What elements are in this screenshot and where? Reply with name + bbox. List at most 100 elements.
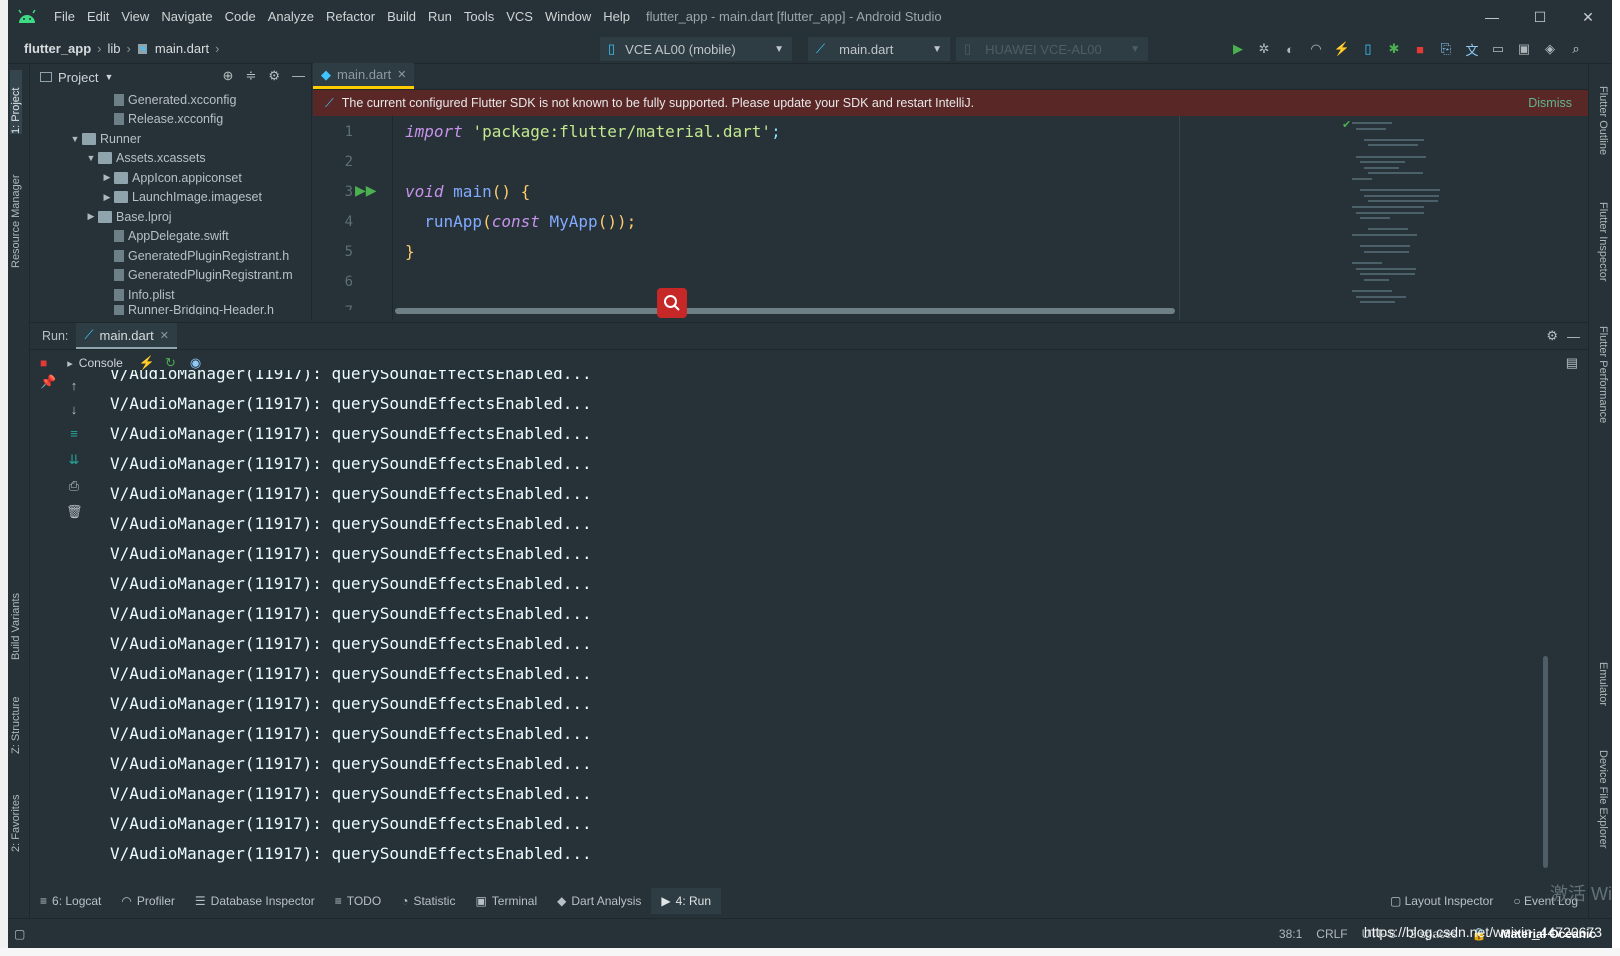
hot-restart-icon[interactable]: ↻ bbox=[165, 355, 176, 371]
stop-icon[interactable]: ■ bbox=[40, 356, 47, 370]
close-icon[interactable]: ✕ bbox=[160, 329, 169, 342]
coverage-icon[interactable]: ◐ bbox=[1280, 39, 1300, 59]
device-selector[interactable]: ▯ VCE AL00 (mobile) ▼ bbox=[600, 37, 792, 61]
trash-icon[interactable]: 🗑 bbox=[66, 504, 83, 520]
tree-item[interactable]: AppDelegate.swift bbox=[30, 227, 311, 247]
arrow-up-icon[interactable]: ↑ bbox=[66, 378, 82, 394]
tool-tab-flutter-performance[interactable]: Flutter Performance bbox=[1597, 326, 1609, 423]
tree-item[interactable]: Runner-Bridging-Header.h bbox=[30, 304, 311, 315]
tool-tab-flutter-inspector[interactable]: Flutter Inspector bbox=[1597, 202, 1609, 281]
pin-icon[interactable]: 📌 bbox=[40, 374, 56, 390]
target-device-selector[interactable]: ▯ HUAWEI VCE-AL00 ▼ bbox=[956, 37, 1148, 61]
chevron-down-icon[interactable]: ▼ bbox=[68, 134, 82, 144]
chevron-right-icon[interactable]: ▶ bbox=[100, 192, 114, 203]
tree-item[interactable]: ▶ AppIcon.appiconset bbox=[30, 168, 311, 188]
menu-refactor[interactable]: Refactor bbox=[320, 0, 381, 34]
tree-item[interactable]: GeneratedPluginRegistrant.h bbox=[30, 246, 311, 266]
breadcrumb-dir[interactable]: lib bbox=[108, 41, 121, 56]
stop-icon[interactable]: ■ bbox=[1410, 39, 1430, 59]
search-button[interactable] bbox=[657, 288, 687, 318]
scroll-to-end-icon[interactable]: ⇊ bbox=[66, 452, 82, 468]
horizontal-scrollbar[interactable] bbox=[395, 308, 1175, 314]
tree-item[interactable]: ▶ Base.lproj bbox=[30, 207, 311, 227]
print-icon[interactable]: ⎙ bbox=[66, 478, 82, 494]
bottom-tab-profiler[interactable]: ◠ Profiler bbox=[111, 888, 185, 914]
tool-tab-flutter-outline[interactable]: Flutter Outline bbox=[1597, 86, 1609, 155]
toggle-tool-windows-icon[interactable]: ▢ bbox=[14, 927, 25, 941]
tool-tab-structure[interactable]: Z: Structure bbox=[10, 676, 22, 754]
maximize-button[interactable]: ☐ bbox=[1516, 0, 1564, 34]
caret-position[interactable]: 38:1 bbox=[1279, 927, 1302, 941]
menu-analyze[interactable]: Analyze bbox=[262, 0, 320, 34]
avd-manager-icon[interactable]: ▭ bbox=[1488, 39, 1508, 59]
console-scrollbar[interactable] bbox=[1543, 656, 1548, 868]
bottom-tab-terminal[interactable]: ▣ Terminal bbox=[465, 888, 547, 914]
debug-icon[interactable]: ✲ bbox=[1254, 39, 1274, 59]
tool-tab-project[interactable]: 1: Project bbox=[10, 70, 22, 134]
tree-item[interactable]: Generated.xcconfig bbox=[30, 90, 311, 110]
menu-help[interactable]: Help bbox=[597, 0, 636, 34]
console-tab-label[interactable]: Console bbox=[79, 356, 123, 370]
locate-icon[interactable]: ⊕ bbox=[223, 68, 234, 84]
project-panel-title[interactable]: Project bbox=[58, 70, 98, 85]
bottom-tab-todo[interactable]: ≡ TODO bbox=[325, 888, 391, 914]
chevron-right-icon[interactable]: ▶ bbox=[84, 211, 98, 222]
tree-item[interactable]: ▼ Assets.xcassets bbox=[30, 149, 311, 169]
attach-debugger-icon[interactable]: ✱ bbox=[1384, 39, 1404, 59]
menu-tools[interactable]: Tools bbox=[458, 0, 500, 34]
device-manager-icon[interactable]: ◈ bbox=[1540, 39, 1560, 59]
tree-item[interactable]: Info.plist bbox=[30, 285, 311, 305]
line-separator[interactable]: CRLF bbox=[1316, 927, 1347, 941]
tool-tab-build-variants[interactable]: Build Variants bbox=[10, 572, 22, 660]
bottom-tab-layout-inspector[interactable]: ▢ Layout Inspector bbox=[1390, 894, 1493, 908]
tree-item[interactable]: Release.xcconfig bbox=[30, 110, 311, 130]
bottom-tab-logcat[interactable]: ≡ 6: Logcat bbox=[30, 888, 111, 914]
run-config-selector[interactable]: ⟋ main.dart ▼ bbox=[808, 37, 950, 61]
soft-wrap-icon[interactable]: ≡ bbox=[66, 426, 82, 442]
menu-build[interactable]: Build bbox=[381, 0, 422, 34]
tool-tab-device-file-explorer[interactable]: Device File Explorer bbox=[1597, 750, 1609, 848]
translate-icon[interactable]: 文 bbox=[1462, 39, 1482, 59]
gear-icon[interactable]: ⚙ bbox=[1546, 328, 1558, 344]
menu-file[interactable]: File bbox=[48, 0, 81, 34]
close-window-button[interactable]: ✕ bbox=[1564, 0, 1612, 34]
tool-tab-favorites[interactable]: 2: Favorites bbox=[10, 772, 22, 852]
tree-item[interactable]: ▶ LaunchImage.imageset bbox=[30, 188, 311, 208]
layout-icon[interactable]: ▤ bbox=[1566, 355, 1578, 371]
hot-reload-icon[interactable]: ⚡ bbox=[139, 355, 155, 371]
profile-icon[interactable]: ◠ bbox=[1306, 39, 1326, 59]
tool-tab-emulator[interactable]: Emulator bbox=[1597, 662, 1609, 706]
sync-icon[interactable]: ⎘ bbox=[1436, 39, 1456, 59]
collapse-all-icon[interactable]: ≑ bbox=[245, 68, 256, 84]
menu-window[interactable]: Window bbox=[539, 0, 597, 34]
chevron-down-icon[interactable]: ▼ bbox=[104, 72, 113, 82]
menu-vcs[interactable]: VCS bbox=[500, 0, 539, 34]
run-gutter-icon[interactable]: ▶▶ bbox=[355, 182, 377, 199]
bottom-tab-statistic[interactable]: ◔ Statistic bbox=[391, 888, 465, 914]
bottom-tab-dart-analysis[interactable]: ◆ Dart Analysis bbox=[547, 888, 651, 914]
hide-panel-icon[interactable]: — bbox=[292, 68, 305, 84]
dismiss-link[interactable]: Dismiss bbox=[1528, 96, 1572, 110]
run-tab-main-dart[interactable]: ⟋ main.dart ✕ bbox=[76, 323, 177, 349]
hot-reload-icon[interactable]: ⚡ bbox=[1332, 39, 1352, 59]
close-icon[interactable]: ✕ bbox=[397, 68, 406, 81]
devtools-icon[interactable]: ◉ bbox=[190, 355, 201, 371]
bottom-tab-database-inspector[interactable]: ☰ Database Inspector bbox=[185, 888, 325, 914]
menu-code[interactable]: Code bbox=[219, 0, 262, 34]
apply-changes-icon[interactable]: ▯ bbox=[1358, 39, 1378, 59]
menu-run[interactable]: Run bbox=[422, 0, 458, 34]
breadcrumb-project[interactable]: flutter_app bbox=[24, 41, 91, 56]
tree-item[interactable]: GeneratedPluginRegistrant.m bbox=[30, 266, 311, 286]
minimize-button[interactable]: — bbox=[1468, 0, 1516, 34]
hide-panel-icon[interactable]: — bbox=[1567, 329, 1580, 344]
sdk-manager-icon[interactable]: ▣ bbox=[1514, 39, 1534, 59]
run-icon[interactable]: ▶ bbox=[1228, 39, 1248, 59]
menu-navigate[interactable]: Navigate bbox=[155, 0, 218, 34]
arrow-down-icon[interactable]: ↓ bbox=[66, 402, 82, 418]
bottom-tab-run[interactable]: ▶ 4: Run bbox=[651, 888, 722, 914]
breadcrumb-file[interactable]: main.dart bbox=[155, 41, 209, 56]
editor-tab-main-dart[interactable]: ◆ main.dart ✕ bbox=[313, 63, 415, 89]
gear-icon[interactable]: ⚙ bbox=[268, 68, 280, 84]
chevron-down-icon[interactable]: ▼ bbox=[84, 153, 98, 163]
menu-edit[interactable]: Edit bbox=[81, 0, 115, 34]
